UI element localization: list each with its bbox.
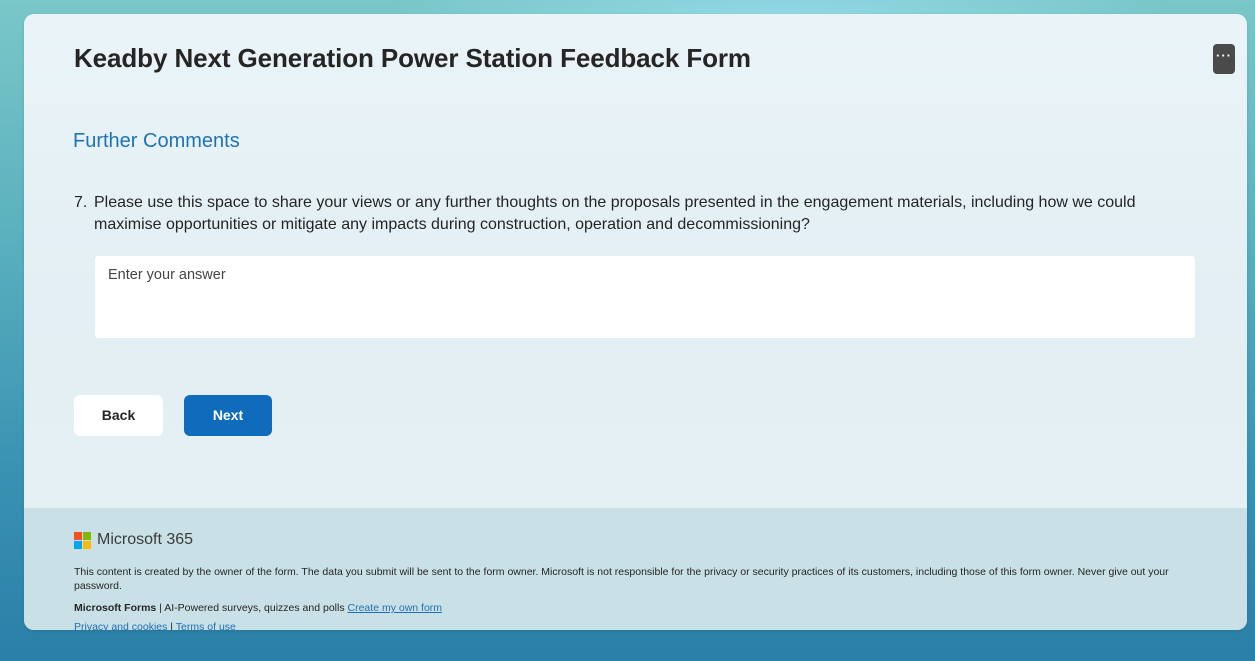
more-options-icon[interactable]: ··· xyxy=(1213,44,1235,74)
privacy-link[interactable]: Privacy and cookies xyxy=(74,621,167,630)
legal-links: Privacy and cookies | Terms of use xyxy=(74,620,236,630)
terms-link[interactable]: Terms of use xyxy=(176,621,236,630)
legal-separator: | xyxy=(167,621,176,630)
back-button[interactable]: Back xyxy=(74,395,163,436)
create-form-link[interactable]: Create my own form xyxy=(348,602,443,614)
form-card: Keadby Next Generation Power Station Fee… xyxy=(24,14,1247,630)
section-title: Further Comments xyxy=(73,130,240,152)
disclaimer-text: This content is created by the owner of … xyxy=(74,566,1169,592)
question-7: 7. Please use this space to share your v… xyxy=(74,192,1184,236)
form-title: Keadby Next Generation Power Station Fee… xyxy=(74,43,751,73)
microsoft-logo-icon xyxy=(74,531,91,549)
footer: Microsoft 365 This content is created by… xyxy=(24,508,1247,630)
answer-input[interactable]: Enter your answer xyxy=(95,256,1195,338)
forms-name: Microsoft Forms xyxy=(74,602,157,614)
question-text: Please use this space to share your view… xyxy=(94,194,1136,233)
microsoft-365-brand: Microsoft 365 xyxy=(74,531,193,549)
question-number: 7. xyxy=(74,194,88,211)
next-button[interactable]: Next xyxy=(184,395,272,436)
brand-name: Microsoft 365 xyxy=(97,531,194,548)
answer-placeholder: Enter your answer xyxy=(108,267,226,283)
forms-tagline-text: | AI-Powered surveys, quizzes and polls xyxy=(156,602,348,614)
forms-tagline: Microsoft Forms | AI-Powered surveys, qu… xyxy=(74,601,442,615)
